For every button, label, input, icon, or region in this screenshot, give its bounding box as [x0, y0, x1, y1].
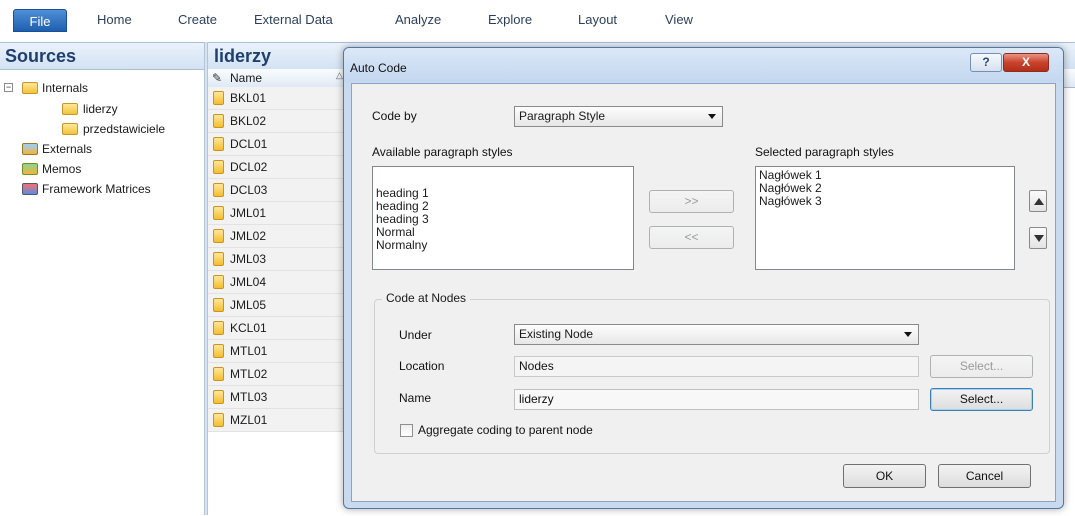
dialog-titlebar[interactable]: Auto Code ? X	[344, 48, 1063, 82]
tree-item-internals[interactable]: − Internals	[0, 79, 204, 97]
move-up-button[interactable]	[1029, 190, 1047, 212]
add-style-button[interactable]: >>	[649, 190, 734, 213]
name-select-button[interactable]: Select...	[930, 388, 1033, 411]
document-icon	[213, 390, 224, 404]
document-icon	[213, 413, 224, 427]
table-row[interactable]: JML01	[208, 202, 348, 225]
externals-folder-icon	[22, 143, 38, 155]
folder-icon	[62, 103, 78, 115]
table-row[interactable]: MTL01	[208, 340, 348, 363]
close-button[interactable]: X	[1003, 53, 1049, 72]
under-label: Under	[399, 328, 432, 342]
document-icon	[213, 252, 224, 266]
arrow-up-icon	[1034, 198, 1044, 205]
memos-folder-icon	[22, 163, 38, 175]
document-icon	[213, 114, 224, 128]
document-icon	[213, 206, 224, 220]
remove-style-button[interactable]: <<	[649, 226, 734, 249]
sort-up-icon: △	[336, 70, 343, 80]
auto-code-dialog: Auto Code ? X Code by Paragraph Style Av…	[343, 47, 1064, 509]
dialog-title: Auto Code	[350, 61, 407, 75]
document-icon	[213, 91, 224, 105]
ribbon-tab-bar: File Home Create External Data Analyze E…	[0, 0, 1075, 42]
chevron-down-icon	[904, 332, 912, 337]
move-down-button[interactable]	[1029, 227, 1047, 249]
available-styles-label: Available paragraph styles	[372, 145, 513, 159]
document-icon	[213, 137, 224, 151]
aggregate-checkbox[interactable]	[400, 424, 413, 437]
tree-item-liderzy[interactable]: liderzy	[0, 100, 204, 118]
column-name-header[interactable]: Name	[230, 69, 262, 87]
sources-title: Sources	[5, 46, 77, 66]
tab-external-data[interactable]: External Data	[254, 10, 333, 30]
table-row[interactable]: BKL01	[208, 87, 348, 110]
tree-item-przedstawiciele[interactable]: przedstawiciele	[0, 120, 204, 138]
tab-analyze[interactable]: Analyze	[395, 10, 441, 30]
aggregate-label: Aggregate coding to parent node	[418, 423, 593, 437]
internals-folder-icon	[22, 82, 38, 94]
table-row[interactable]: BKL02	[208, 110, 348, 133]
list-title: liderzy	[214, 46, 272, 66]
tree-item-memos[interactable]: Memos	[0, 160, 204, 178]
arrow-down-icon	[1034, 235, 1044, 242]
document-icon	[213, 367, 224, 381]
table-row[interactable]: MTL02	[208, 363, 348, 386]
tab-home[interactable]: Home	[97, 10, 132, 30]
framework-matrices-icon	[22, 183, 38, 195]
table-row[interactable]: DCL03	[208, 179, 348, 202]
location-select-button[interactable]: Select...	[930, 355, 1033, 378]
table-row[interactable]: DCL02	[208, 156, 348, 179]
selected-styles-label: Selected paragraph styles	[755, 145, 894, 159]
folder-icon	[62, 123, 78, 135]
code-by-dropdown[interactable]: Paragraph Style	[514, 106, 723, 127]
collapse-icon[interactable]: −	[4, 83, 13, 92]
table-row[interactable]: MTL03	[208, 386, 348, 409]
document-icon	[213, 298, 224, 312]
name-field[interactable]: liderzy	[514, 389, 919, 410]
document-icon	[213, 344, 224, 358]
list-item[interactable]: Nagłówek 3	[759, 195, 1011, 208]
list-item[interactable]: Normalny	[376, 239, 630, 252]
pin-icon[interactable]: ✎	[212, 71, 226, 85]
sources-header: Sources	[0, 43, 204, 70]
tree-item-framework-matrices[interactable]: Framework Matrices	[0, 180, 204, 198]
table-row[interactable]: JML04	[208, 271, 348, 294]
table-row[interactable]: JML05	[208, 294, 348, 317]
tab-create[interactable]: Create	[178, 10, 217, 30]
list-rows: BKL01 BKL02 DCL01 DCL02 DCL03 JML01 JML0…	[208, 87, 348, 432]
document-icon	[213, 160, 224, 174]
tab-explore[interactable]: Explore	[488, 10, 532, 30]
tab-layout[interactable]: Layout	[578, 10, 617, 30]
tab-view[interactable]: View	[665, 10, 693, 30]
tree-item-externals[interactable]: Externals	[0, 140, 204, 158]
document-icon	[213, 321, 224, 335]
code-by-label: Code by	[372, 109, 417, 123]
chevron-down-icon	[708, 114, 716, 119]
help-button[interactable]: ?	[970, 53, 1002, 72]
selected-styles-list[interactable]: Nagłówek 1 Nagłówek 2 Nagłówek 3	[755, 166, 1015, 270]
location-field: Nodes	[514, 356, 919, 377]
document-icon	[213, 275, 224, 289]
sources-pane: Sources − Internals liderzy przedstawici…	[0, 42, 204, 516]
location-label: Location	[399, 359, 445, 373]
table-row[interactable]: JML02	[208, 225, 348, 248]
available-styles-list[interactable]: heading 1 heading 2 heading 3 Normal Nor…	[372, 166, 634, 270]
ok-button[interactable]: OK	[843, 464, 926, 488]
table-row[interactable]: KCL01	[208, 317, 348, 340]
table-row[interactable]: MZL01	[208, 409, 348, 432]
code-at-nodes-title: Code at Nodes	[382, 291, 471, 305]
dialog-body: Code by Paragraph Style Available paragr…	[351, 83, 1056, 502]
name-label: Name	[399, 391, 432, 405]
table-row[interactable]: DCL01	[208, 133, 348, 156]
under-dropdown[interactable]: Existing Node	[514, 324, 919, 345]
tab-file[interactable]: File	[13, 9, 67, 32]
document-icon	[213, 183, 224, 197]
document-icon	[213, 229, 224, 243]
table-row[interactable]: JML03	[208, 248, 348, 271]
cancel-button[interactable]: Cancel	[938, 464, 1031, 488]
